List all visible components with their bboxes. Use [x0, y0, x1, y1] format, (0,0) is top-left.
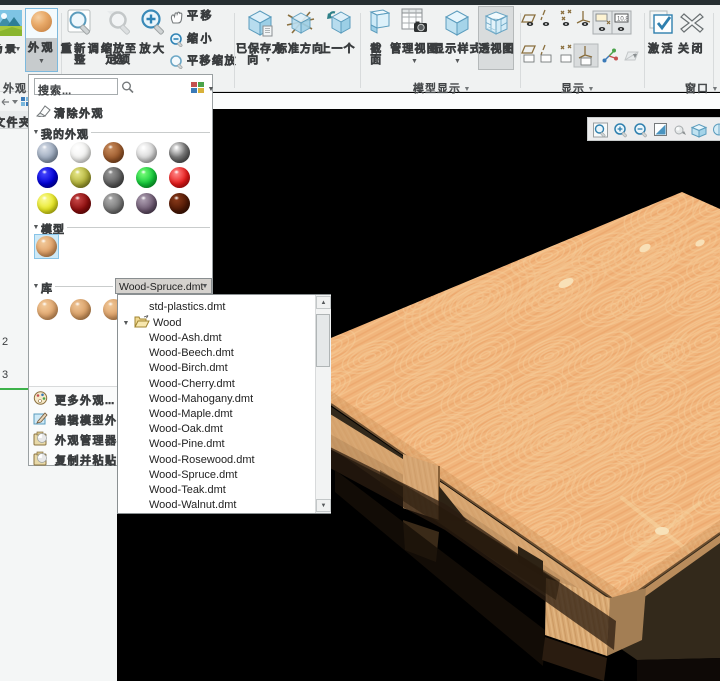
svg-text:10.8: 10.8	[617, 17, 629, 23]
